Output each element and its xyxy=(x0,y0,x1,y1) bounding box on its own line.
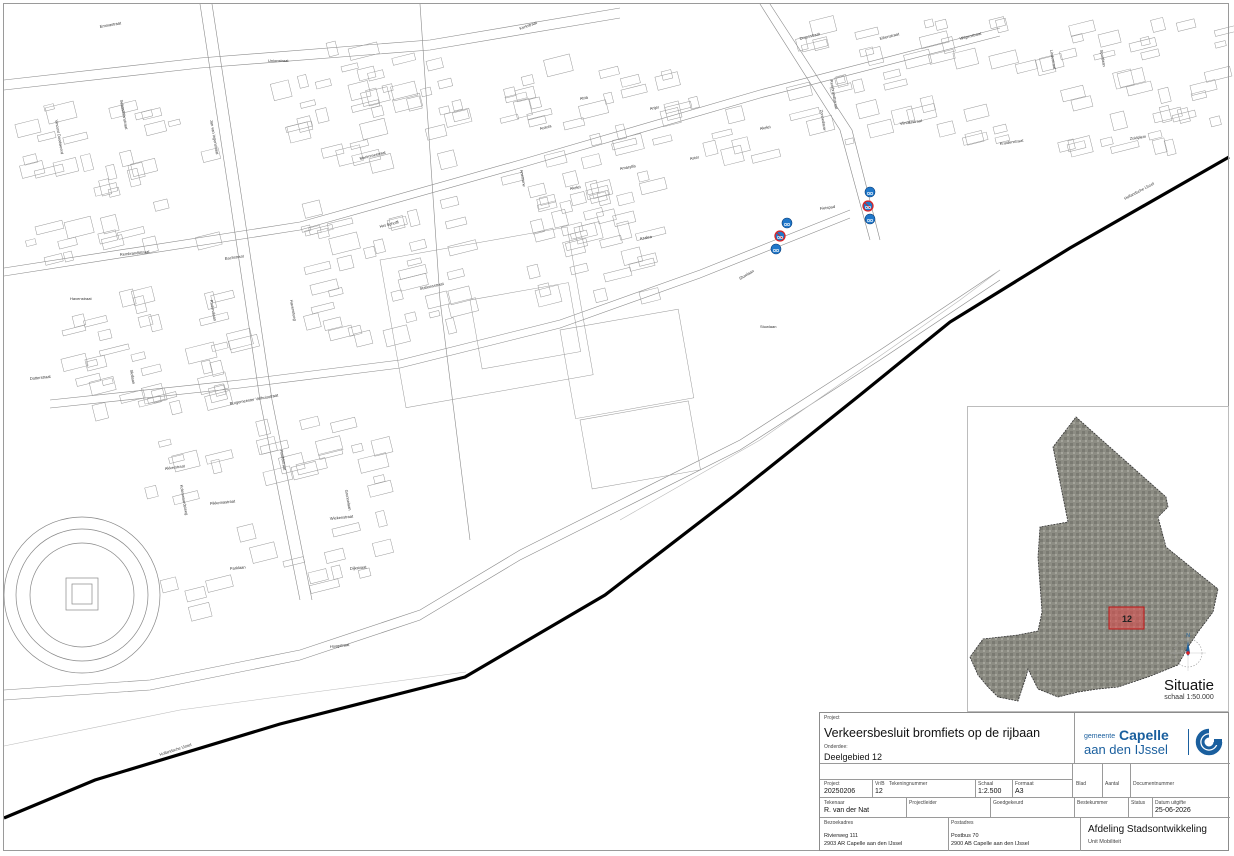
tekening-label: Tekeningnummer xyxy=(889,781,928,787)
projectleider-label: Projectleider xyxy=(909,800,937,806)
vr-label: Vr/B xyxy=(875,781,885,787)
subject-label: Onderdee: xyxy=(824,744,848,750)
subject-value: Deelgebied 12 xyxy=(824,752,883,762)
tekenaar-value: R. van der Nat xyxy=(824,807,870,814)
logo-divider xyxy=(1188,729,1189,755)
inset-map: 12 N xyxy=(969,416,1219,702)
inset-scale: schaal 1:50.000 xyxy=(1164,694,1214,701)
postadres-line2: 2900 AB Capelle aan den IJssel xyxy=(951,841,1029,847)
blad-label: Blad xyxy=(1076,781,1087,787)
tekenaar-label: Tekenaar xyxy=(824,800,845,806)
postadres-line1: Postbus 70 xyxy=(951,833,979,839)
bezoekadres-line2: 2903 AR Capelle aan den IJssel xyxy=(824,841,903,847)
compass-north-label: N xyxy=(1186,633,1190,639)
postadres-label: Postadres xyxy=(951,820,974,826)
bezoekadres-line1: Rivierweg 111 xyxy=(824,833,859,839)
tekening-value: 12 xyxy=(875,788,883,795)
project-label: Project xyxy=(824,715,840,721)
department-name: Afdeling Stadsontwikkeling xyxy=(1088,824,1207,835)
goedgekeurd-label: Goedgekeurd xyxy=(993,800,1024,806)
bezoekadres-label: Bezoekadres xyxy=(824,820,854,826)
documentnr-label: Documentnummer xyxy=(1133,781,1175,787)
municipality-area xyxy=(969,416,1219,702)
inset-title: Situatie xyxy=(1163,677,1215,694)
schaal-value: 1:2.500 xyxy=(978,788,1002,795)
bestek-label: Bestekummer xyxy=(1077,800,1108,806)
deelgebied-label: 12 xyxy=(1122,614,1132,624)
datum-value: 25-06-2026 xyxy=(1155,807,1191,814)
datum-label: Datum uitgifte xyxy=(1155,800,1186,806)
schaal-label: Schaal xyxy=(978,781,994,787)
logo-gemeente: gemeente xyxy=(1084,733,1116,740)
logo-capelle: Capelle xyxy=(1119,727,1169,743)
projectnr-value: 20250206 xyxy=(824,788,856,795)
logo-aan-den-ijssel: aan den IJssel xyxy=(1084,742,1168,757)
logo-mark-icon xyxy=(1195,728,1223,756)
situation-inset: 12 N xyxy=(967,406,1229,712)
unit-name: Unit Mobiliteit xyxy=(1088,839,1122,845)
formaat-label: Formaat xyxy=(1015,781,1034,787)
aantal-label: Aantal xyxy=(1105,781,1120,787)
formaat-value: A3 xyxy=(1015,788,1024,795)
status-label: Status xyxy=(1131,800,1146,806)
project-title: Verkeersbesluit bromfiets op de rijbaan xyxy=(824,726,1041,740)
title-block: Project Verkeersbesluit bromfiets op de … xyxy=(819,712,1230,851)
map-sheet: Emmastraat Sebastiaanstraat Unionstraat Jan… xyxy=(0,0,1234,856)
municipality-logo: gemeente Capelle aan den IJssel xyxy=(1082,727,1227,759)
projectnr-label: Project xyxy=(824,781,840,787)
